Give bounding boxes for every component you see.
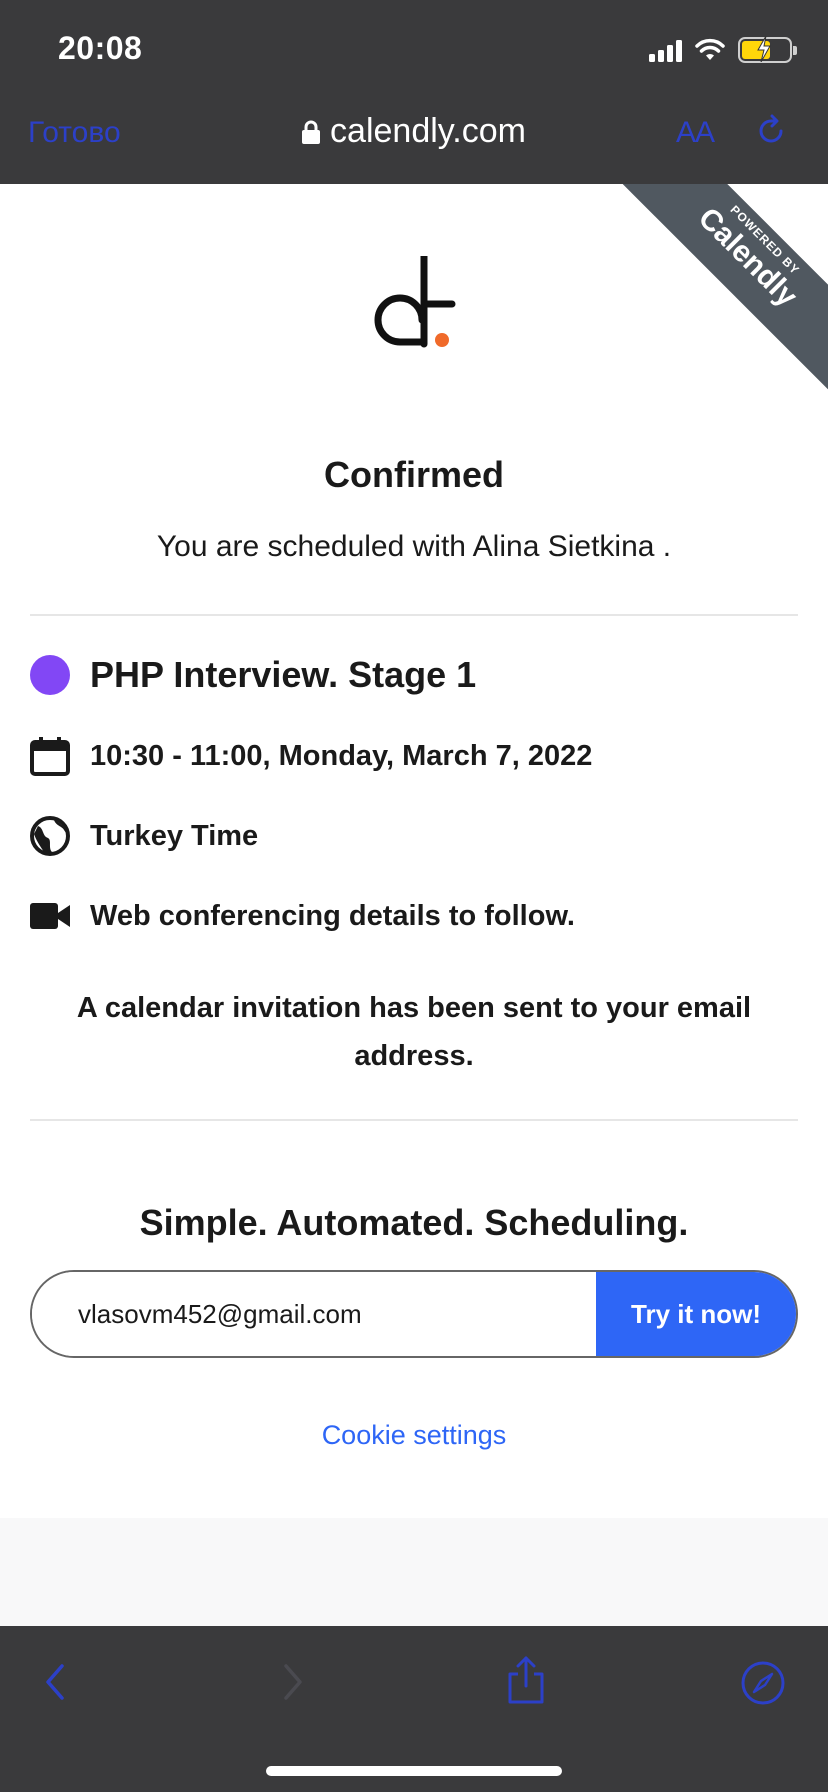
globe-icon [30, 816, 70, 856]
share-icon[interactable] [504, 1656, 548, 1706]
cookie-settings-link[interactable]: Cookie settings [0, 1420, 828, 1451]
battery-icon [738, 36, 797, 63]
powered-by-ribbon[interactable]: POWERED BY Calendly [615, 184, 828, 390]
event-name-row: PHP Interview. Stage 1 [30, 654, 476, 696]
event-datetime: 10:30 - 11:00, Monday, March 7, 2022 [90, 739, 593, 772]
home-indicator[interactable] [266, 1766, 562, 1776]
event-location-row: Web conferencing details to follow. [30, 896, 575, 936]
page-footer-bg [0, 1518, 828, 1626]
lock-icon [302, 120, 321, 144]
confirmation-subtitle: You are scheduled with Alina Sietkina . [156, 530, 672, 563]
event-name: PHP Interview. Stage 1 [90, 654, 477, 695]
status-time: 20:08 [58, 30, 143, 66]
host-logo [374, 256, 456, 348]
signup-tagline: Simple. Automated. Scheduling. [139, 1202, 689, 1243]
event-datetime-row: 10:30 - 11:00, Monday, March 7, 2022 [30, 736, 592, 776]
signup-form: Try it now! [30, 1270, 798, 1358]
forward-icon[interactable] [278, 1662, 308, 1702]
wifi-icon [695, 38, 725, 60]
status-icons [649, 34, 797, 66]
try-it-now-button[interactable]: Try it now! [596, 1272, 796, 1356]
event-color-dot [30, 655, 70, 695]
page-content: POWERED BY Calendly Confirmed You are sc… [0, 184, 828, 1626]
compass-icon[interactable] [740, 1660, 786, 1706]
calendar-icon [30, 737, 70, 776]
event-timezone: Turkey Time [90, 819, 259, 852]
event-timezone-row: Turkey Time [30, 816, 258, 856]
invitation-note: A calendar invitation has been sent to y… [76, 992, 752, 1072]
url-text: calendly.com [330, 112, 526, 150]
cellular-signal-icon [649, 38, 682, 62]
divider [30, 1119, 798, 1121]
text-size-button[interactable]: AA [676, 116, 715, 150]
divider [30, 614, 798, 616]
email-input[interactable] [32, 1272, 596, 1356]
back-icon[interactable] [40, 1662, 70, 1702]
video-camera-icon [30, 903, 70, 929]
confirmation-title: Confirmed [324, 454, 504, 495]
reload-icon[interactable] [754, 114, 788, 148]
event-location: Web conferencing details to follow. [90, 899, 575, 932]
browser-header: 20:08 Готово calendly.com AA [0, 0, 828, 184]
